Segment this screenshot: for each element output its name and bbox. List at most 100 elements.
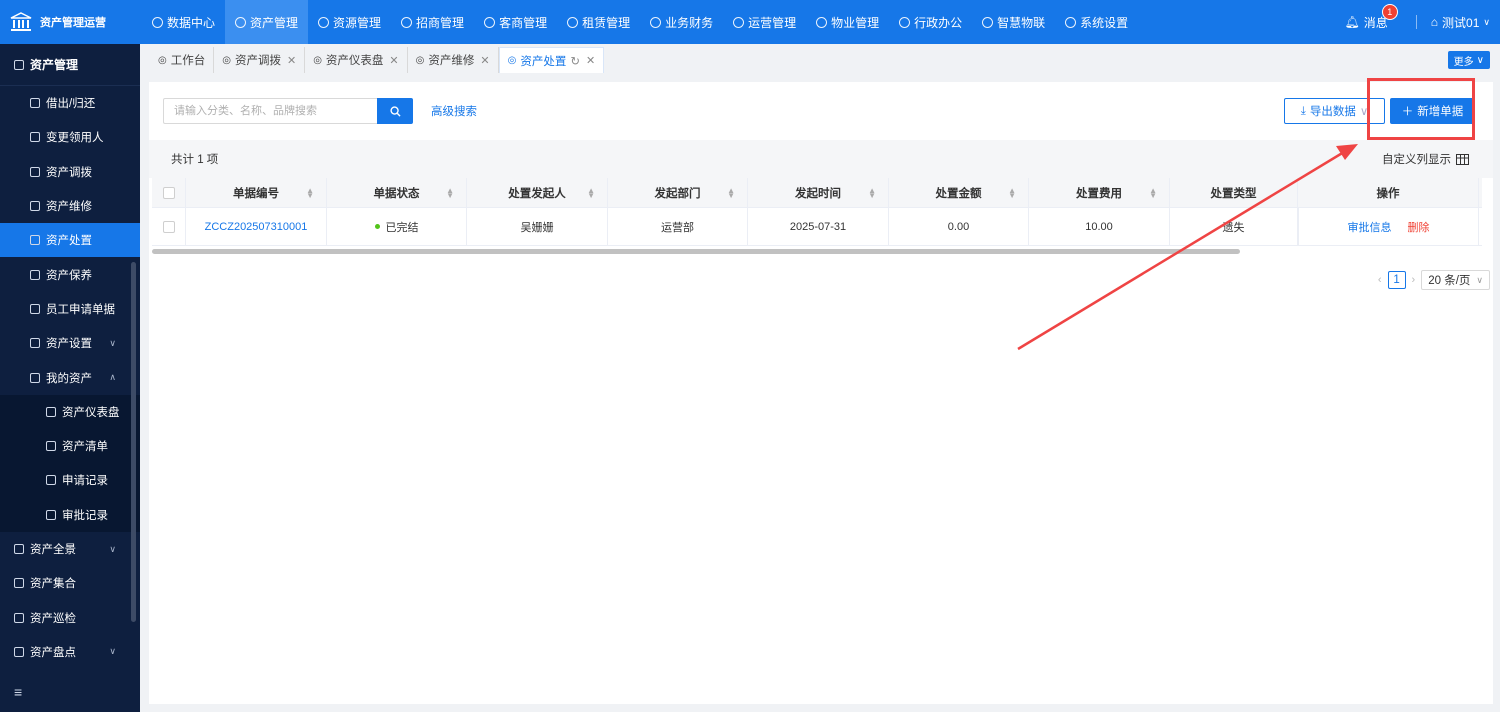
- nav-item-8[interactable]: 物业管理: [806, 0, 889, 44]
- nav-item-11[interactable]: 系统设置: [1055, 0, 1138, 44]
- monitor-icon: [899, 16, 911, 28]
- nav-item-4[interactable]: 客商管理: [474, 0, 557, 44]
- annotation-highlight-box: [1367, 78, 1475, 140]
- menu-item-icon: [46, 441, 56, 452]
- page-size-select[interactable]: 20 条/页 ∨: [1421, 270, 1490, 290]
- sidebar-item-11[interactable]: 申请记录: [0, 463, 140, 498]
- row-checkbox[interactable]: [162, 220, 175, 233]
- sort-icon[interactable]: ▲ ▼: [727, 186, 735, 199]
- app-title: 资产管理运营: [40, 17, 106, 29]
- close-icon[interactable]: ✕: [480, 54, 489, 67]
- nav-item-5[interactable]: 租赁管理: [557, 0, 640, 44]
- column-header-label: 处置发起人: [508, 187, 566, 200]
- advanced-search-link[interactable]: 高级搜索: [431, 103, 477, 119]
- sort-icon[interactable]: ▲ ▼: [1149, 186, 1157, 199]
- sidebar-item-5[interactable]: 资产保养: [0, 257, 140, 291]
- sidebar-item-12[interactable]: 审批记录: [0, 497, 140, 532]
- sidebar-item-label: 资产处置: [46, 235, 92, 248]
- sidebar-item-14[interactable]: 资产集合: [0, 566, 140, 600]
- sidebar-item-13[interactable]: 资产全景 ∨: [0, 532, 140, 566]
- nav-item-9[interactable]: 行政办公: [889, 0, 972, 44]
- table-horizontal-scrollbar[interactable]: [152, 249, 1240, 254]
- search-input[interactable]: [163, 98, 377, 124]
- tab-1[interactable]: ◎ 资产调拨 ✕: [214, 47, 306, 73]
- sidebar-item-9[interactable]: 资产仪表盘: [0, 394, 140, 429]
- nav-item-2[interactable]: 资源管理: [308, 0, 391, 44]
- nav-item-0[interactable]: 数据中心: [142, 0, 225, 44]
- sidebar-item-label: 资产维修: [46, 201, 92, 214]
- search-button[interactable]: [377, 98, 413, 124]
- column-header[interactable]: 发起时间 ▲ ▼: [748, 178, 889, 207]
- nav-label: 资源管理: [333, 15, 382, 30]
- sidebar-item-label: 资产仪表盘: [62, 406, 120, 419]
- nav-item-3[interactable]: 招商管理: [391, 0, 474, 44]
- sidebar-item-label: 资产调拨: [46, 166, 92, 179]
- close-icon[interactable]: ✕: [287, 54, 296, 67]
- search-bar: 高级搜索: [163, 98, 477, 124]
- sort-icon[interactable]: ▲ ▼: [1008, 186, 1016, 199]
- delete-link[interactable]: 删除: [1408, 219, 1430, 235]
- cell-value: 0.00: [947, 220, 970, 233]
- cell-value: 已完结: [385, 221, 419, 234]
- sidebar-item-3[interactable]: 资产维修: [0, 189, 140, 223]
- menu-item-icon: [30, 338, 40, 349]
- sort-icon[interactable]: ▲ ▼: [868, 186, 876, 199]
- download-icon: ⤓: [1300, 104, 1306, 117]
- column-header-label: 处置费用: [1076, 187, 1122, 200]
- collapse-menu-icon[interactable]: ≡: [14, 684, 22, 700]
- header-right: 🔔︎ 消息 1 ⌂ 测试01 ∨: [1345, 0, 1490, 44]
- refresh-icon[interactable]: ↻: [570, 54, 580, 68]
- document-code-link[interactable]: ZCCZ202507310001: [205, 221, 308, 233]
- nav-item-1[interactable]: 资产管理: [225, 0, 309, 44]
- sort-icon[interactable]: ▲ ▼: [306, 186, 314, 199]
- sidebar-item-2[interactable]: 资产调拨: [0, 155, 140, 189]
- sidebar-scrollbar[interactable]: [131, 262, 136, 622]
- column-header[interactable]: 处置金额 ▲ ▼: [889, 178, 1029, 207]
- tab-label: 资产仪表盘: [325, 55, 384, 67]
- sidebar-item-label: 资产盘点: [30, 646, 76, 659]
- tab-0[interactable]: ◎ 工作台: [150, 47, 215, 73]
- next-page-icon[interactable]: ›: [1412, 274, 1416, 286]
- iot-icon: [982, 16, 994, 28]
- column-header[interactable]: 单据状态 ▲ ▼: [327, 178, 467, 207]
- app-logo[interactable]: 资产管理运营: [0, 0, 142, 44]
- sidebar-header[interactable]: 资产管理: [0, 44, 140, 86]
- tab-2[interactable]: ◎ 资产仪表盘 ✕: [305, 47, 408, 73]
- tab-4[interactable]: ◎ 资产处置 ↻ ✕: [498, 47, 605, 73]
- approval-info-link[interactable]: 审批信息: [1348, 219, 1392, 235]
- prev-page-icon[interactable]: ‹: [1378, 274, 1382, 286]
- cell-value: 吴姗姗: [520, 221, 554, 234]
- custom-columns-button[interactable]: 自定义列显示: [1382, 140, 1469, 178]
- sidebar-item-1[interactable]: 变更领用人: [0, 120, 140, 154]
- column-header[interactable]: 发起部门 ▲ ▼: [608, 178, 748, 207]
- sidebar-item-8[interactable]: 我的资产 ∧: [0, 360, 140, 394]
- sidebar-item-10[interactable]: 资产清单: [0, 428, 140, 464]
- users-icon: [484, 16, 496, 28]
- column-header[interactable]: 处置发起人 ▲ ▼: [467, 178, 608, 207]
- column-header[interactable]: 处置费用 ▲ ▼: [1029, 178, 1170, 207]
- nav-item-6[interactable]: 业务财务: [640, 0, 723, 44]
- chevron-down-icon: ∨: [1483, 16, 1490, 27]
- close-icon[interactable]: ✕: [389, 54, 398, 67]
- sort-icon[interactable]: ▲ ▼: [587, 186, 595, 199]
- sidebar-item-label: 资产保养: [46, 269, 92, 282]
- select-all-checkbox[interactable]: [162, 186, 175, 199]
- column-header[interactable]: 单据编号 ▲ ▼: [186, 178, 327, 207]
- user-menu[interactable]: ⌂ 测试01 ∨: [1431, 14, 1490, 31]
- nav-item-7[interactable]: 运营管理: [723, 0, 806, 44]
- page-number[interactable]: 1: [1387, 271, 1406, 289]
- sidebar-item-4[interactable]: 资产处置: [0, 223, 140, 258]
- sidebar-item-16[interactable]: 资产盘点 ∨: [0, 635, 140, 669]
- sidebar-item-7[interactable]: 资产设置 ∨: [0, 326, 140, 360]
- table-row[interactable]: ZCCZ202507310001 已完结 吴姗姗 运营部 2025-07-31 0.00 1…: [152, 208, 1482, 246]
- nav-item-10[interactable]: 智慧物联: [972, 0, 1055, 44]
- tab-3[interactable]: ◎ 资产维修 ✕: [408, 47, 499, 73]
- sidebar-item-0[interactable]: 借出/归还: [0, 86, 140, 120]
- tab-icon: ◎: [158, 54, 167, 66]
- sidebar-item-6[interactable]: 员工申请单据: [0, 292, 140, 326]
- messages-button[interactable]: 🔔︎ 消息 1: [1345, 3, 1402, 31]
- sort-icon[interactable]: ▲ ▼: [446, 186, 454, 199]
- sidebar-item-15[interactable]: 资产巡检: [0, 600, 140, 634]
- close-icon[interactable]: ✕: [586, 54, 595, 67]
- more-tabs-button[interactable]: 更多 ∨: [1447, 51, 1490, 69]
